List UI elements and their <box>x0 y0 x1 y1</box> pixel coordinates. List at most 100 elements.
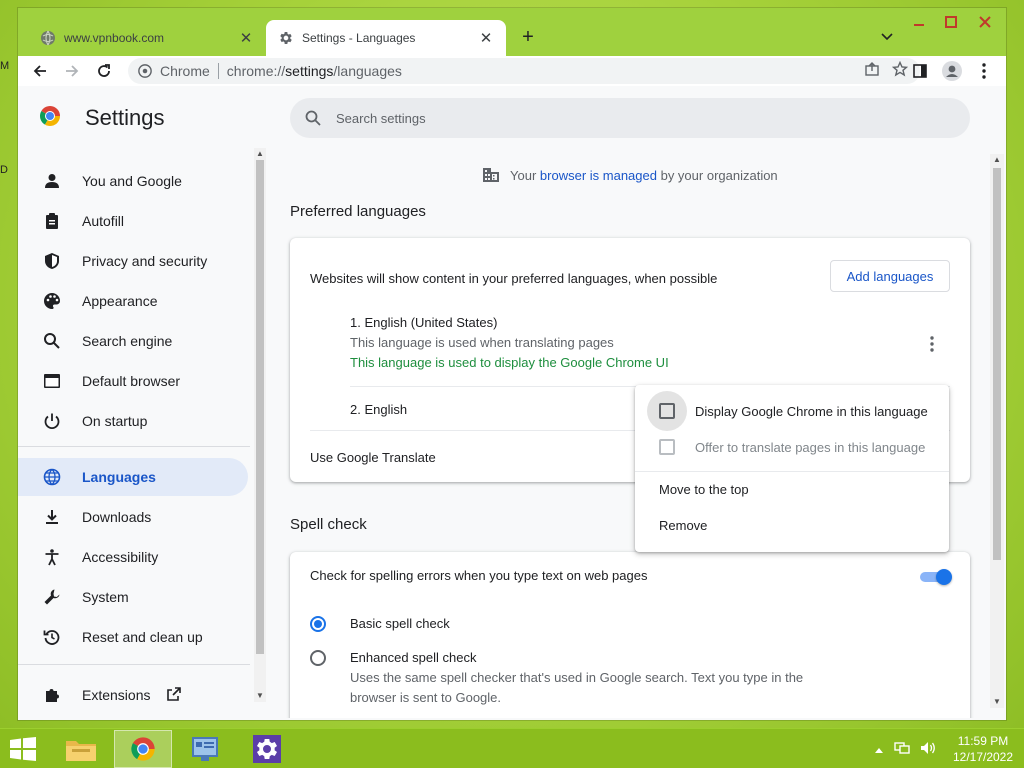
site-name: Chrome <box>160 63 210 79</box>
side-panel-icon <box>913 64 927 78</box>
add-languages-button[interactable]: Add languages <box>830 260 950 292</box>
sidebar-item-default-browser[interactable]: Default browser <box>18 362 248 400</box>
search-input[interactable]: Search settings <box>290 98 970 138</box>
menu-item-move-to-top[interactable]: Move to the top <box>635 471 949 507</box>
scrollbar-thumb[interactable] <box>256 160 264 654</box>
omnibox-divider <box>217 63 219 79</box>
sidebar-item-on-startup[interactable]: On startup <box>18 402 248 440</box>
tab-vpnbook[interactable]: www.vpnbook.com ✕ <box>28 20 266 56</box>
sidebar-divider <box>18 446 250 447</box>
scrollbar-thumb[interactable] <box>993 168 1001 560</box>
side-panel-button[interactable] <box>908 59 932 83</box>
network-icon[interactable] <box>894 741 910 758</box>
new-tab-button[interactable]: + <box>516 26 540 50</box>
tab-title: www.vpnbook.com <box>64 31 165 45</box>
tab-settings-languages[interactable]: Settings - Languages ✕ <box>266 20 506 56</box>
palette-icon <box>42 291 62 311</box>
language-more-actions-button[interactable] <box>922 334 942 354</box>
spell-check-title: Spell check <box>290 516 367 533</box>
page-title: Settings <box>85 105 165 130</box>
wrench-icon <box>42 587 62 607</box>
language-item-name: 1. English (United States) <box>350 315 498 330</box>
taskbar-settings[interactable] <box>238 730 296 768</box>
sidebar-item-search-engine[interactable]: Search engine <box>18 322 248 360</box>
scroll-up-arrow[interactable]: ▲ <box>254 148 266 160</box>
sidebar-item-label: Default browser <box>82 373 181 389</box>
taskbar-control-panel[interactable] <box>176 730 234 768</box>
taskbar-file-explorer[interactable] <box>52 730 110 768</box>
back-button[interactable] <box>28 59 52 83</box>
clipboard-icon <box>42 211 62 231</box>
tab-search-button[interactable] <box>876 26 898 48</box>
chrome-logo-icon <box>131 737 155 761</box>
sidebar-item-label: Languages <box>82 469 156 485</box>
close-icon[interactable]: ✕ <box>238 30 254 47</box>
taskbar-clock[interactable]: 11:59 PM 12/17/2022 <box>950 733 1016 765</box>
basic-spell-check-radio[interactable] <box>310 616 326 632</box>
volume-icon[interactable] <box>920 741 936 758</box>
sidebar-item-accessibility[interactable]: Accessibility <box>18 538 248 576</box>
sidebar-item-autofill[interactable]: Autofill <box>18 202 248 240</box>
scroll-down-arrow[interactable]: ▼ <box>254 690 266 702</box>
minimize-button[interactable] <box>904 12 934 32</box>
profile-button[interactable] <box>940 59 964 83</box>
close-icon[interactable]: ✕ <box>478 30 494 47</box>
scroll-up-arrow[interactable]: ▲ <box>990 154 1004 166</box>
sidebar-item-appearance[interactable]: Appearance <box>18 282 248 320</box>
chrome-logo-icon <box>40 106 60 126</box>
offer-translate-checkbox[interactable] <box>659 439 675 455</box>
spell-check-toggle[interactable] <box>920 569 952 585</box>
browser-toolbar: Chrome chrome://settings/languages <box>18 56 1006 86</box>
spell-check-toggle-label: Check for spelling errors when you type … <box>310 568 648 583</box>
sidebar-item-system[interactable]: System <box>18 578 248 616</box>
sidebar-item-extensions[interactable]: Extensions <box>18 676 248 714</box>
sidebar-item-label: Search engine <box>82 333 173 349</box>
reset-icon <box>42 627 62 647</box>
address-bar[interactable]: Chrome chrome://settings/languages <box>128 58 920 84</box>
spell-check-card: Check for spelling errors when you type … <box>290 552 970 718</box>
open-in-new-icon <box>166 686 182 705</box>
forward-button[interactable] <box>60 59 84 83</box>
sidebar-scrollbar[interactable]: ▲ ▼ <box>254 148 266 702</box>
desktop-label-b: D <box>0 164 8 176</box>
arrow-right-icon <box>66 65 79 77</box>
shield-icon <box>42 251 62 271</box>
menu-item-display-in-language[interactable]: Display Google Chrome in this language <box>635 391 949 431</box>
accessibility-icon <box>42 547 62 567</box>
menu-item-remove[interactable]: Remove <box>635 507 949 543</box>
reload-button[interactable] <box>92 59 116 83</box>
sidebar-item-reset-and-clean-up[interactable]: Reset and clean up <box>18 618 248 656</box>
scroll-down-arrow[interactable]: ▼ <box>990 696 1004 708</box>
sidebar-item-privacy-and-security[interactable]: Privacy and security <box>18 242 248 280</box>
enhanced-spell-check-radio[interactable] <box>310 650 326 666</box>
desktop-label-a: M <box>0 60 10 72</box>
bookmark-star-icon[interactable] <box>891 60 909 80</box>
globe-icon <box>42 467 62 487</box>
basic-spell-check-label: Basic spell check <box>350 616 450 631</box>
taskbar-chrome[interactable] <box>114 730 172 768</box>
maximize-button[interactable] <box>936 12 966 32</box>
display-language-checkbox[interactable] <box>659 403 675 419</box>
clock-date: 12/17/2022 <box>952 750 1014 764</box>
close-window-button[interactable] <box>968 12 1002 32</box>
sidebar-item-you-and-google[interactable]: You and Google <box>18 162 248 200</box>
chevron-up-icon[interactable] <box>874 742 884 757</box>
language-item-ui-note: This language is used to display the Goo… <box>350 355 669 370</box>
managed-link[interactable]: browser is managed <box>540 168 657 183</box>
gear-icon <box>278 30 294 46</box>
windows-start-icon[interactable] <box>8 737 38 761</box>
sidebar-item-label: Autofill <box>82 213 125 229</box>
sidebar-item-languages[interactable]: Languages <box>18 458 248 496</box>
arrow-left-icon <box>33 65 46 77</box>
language-item-name: 2. English <box>350 402 408 417</box>
chevron-down-icon <box>881 33 893 41</box>
menu-item-label: Move to the top <box>659 481 749 497</box>
menu-item-label: Offer to translate pages in this languag… <box>695 439 926 455</box>
menu-button[interactable] <box>972 59 996 83</box>
sidebar-item-downloads[interactable]: Downloads <box>18 498 248 536</box>
clock-time: 11:59 PM <box>957 734 1009 748</box>
menu-item-offer-translate[interactable]: Offer to translate pages in this languag… <box>635 429 949 465</box>
share-icon[interactable] <box>864 61 880 80</box>
main-scrollbar[interactable]: ▲ ▼ <box>990 154 1004 708</box>
enhanced-spell-check-description: browser is sent to Google. <box>350 690 502 705</box>
